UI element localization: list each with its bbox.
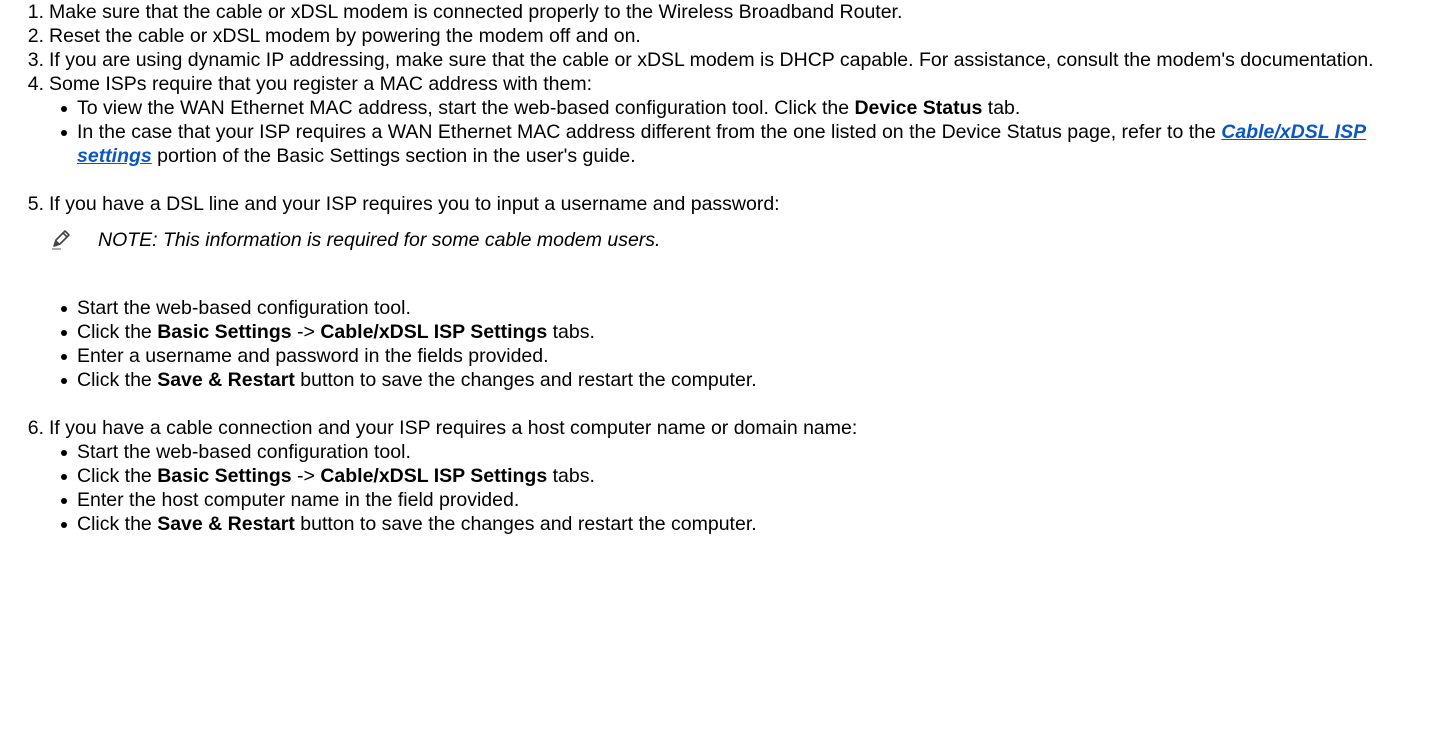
step-text: If you have a DSL line and your ISP requ… [49,193,780,215]
step-number: 5. [27,193,44,215]
step-text: If you are using dynamic IP addressing, … [49,49,1374,71]
step-2: 2. Reset the cable or xDSL modem by powe… [28,24,1443,48]
steps-list: 1. Make sure that the cable or xDSL mode… [0,0,1443,536]
note: NOTE: This information is required for s… [49,228,1443,252]
step-number: 2. [27,25,44,47]
step-number: 6. [27,417,44,439]
step-5-bullets: Start the web-based configuration tool. … [0,296,1443,392]
step-5: 5. If you have a DSL line and your ISP r… [28,192,1443,392]
list-item: Start the web-based configuration tool. [0,296,1443,320]
step-number: 4. [27,73,44,95]
list-item: Click the Basic Settings -> Cable/xDSL I… [0,320,1443,344]
device-status-label: Device Status [854,97,983,119]
list-item: Enter a username and password in the fie… [0,344,1443,368]
troubleshooting-page: 1. Make sure that the cable or xDSL mode… [0,0,1443,731]
step-text: Make sure that the cable or xDSL modem i… [49,1,903,23]
note-text: NOTE: This information is required for s… [98,229,661,251]
list-item: Click the Save & Restart button to save … [0,368,1443,392]
list-item: To view the WAN Ethernet MAC address, st… [0,96,1443,120]
pencil-icon [52,230,70,250]
step-number: 3. [27,49,44,71]
step-text: If you have a cable connection and your … [49,417,858,439]
list-item: Click the Save & Restart button to save … [0,512,1443,536]
list-item: In the case that your ISP requires a WAN… [0,120,1443,168]
step-6-bullets: Start the web-based configuration tool. … [0,440,1443,536]
step-1: 1. Make sure that the cable or xDSL mode… [28,0,1443,24]
list-item: Click the Basic Settings -> Cable/xDSL I… [0,464,1443,488]
step-4-bullets: To view the WAN Ethernet MAC address, st… [0,96,1443,168]
list-item: Enter the host computer name in the fiel… [0,488,1443,512]
step-number: 1. [27,1,44,23]
list-item: Start the web-based configuration tool. [0,440,1443,464]
step-6: 6. If you have a cable connection and yo… [28,416,1443,536]
step-text: Reset the cable or xDSL modem by powerin… [49,25,641,47]
step-4: 4. Some ISPs require that you register a… [28,72,1443,168]
step-text: Some ISPs require that you register a MA… [49,73,592,95]
step-3: 3. If you are using dynamic IP addressin… [28,48,1443,72]
